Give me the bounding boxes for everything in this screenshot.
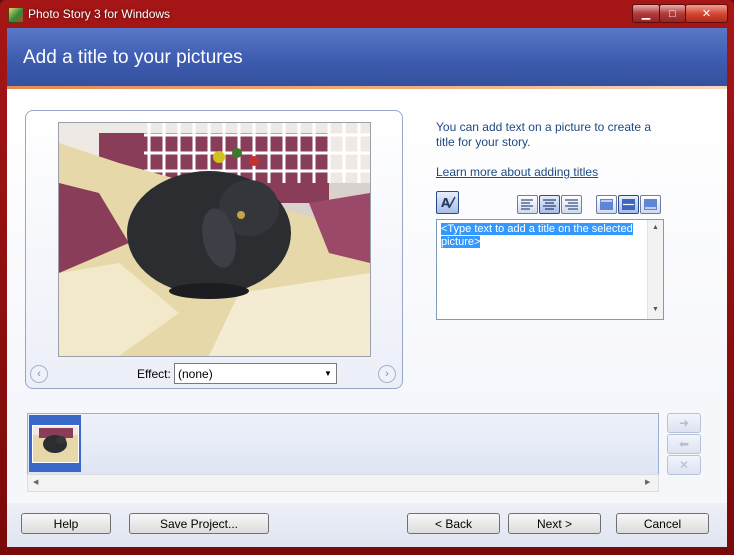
- effect-value: (none): [178, 366, 213, 381]
- save-project-button[interactable]: Save Project...: [129, 513, 269, 534]
- arrow-right-icon: ➜: [678, 416, 690, 430]
- filmstrip: [27, 413, 659, 475]
- cancel-button[interactable]: Cancel: [616, 513, 709, 534]
- back-button[interactable]: < Back: [407, 513, 500, 534]
- title-bar: Photo Story 3 for Windows ▁ □ ✕: [0, 0, 734, 28]
- title-placeholder-text: <Type text to add a title on the selecte…: [441, 223, 633, 248]
- scroll-left-icon[interactable]: ◀: [33, 478, 38, 486]
- instruction-text: You can add text on a picture to create …: [436, 120, 652, 149]
- valign-middle-icon: [622, 199, 635, 210]
- scroll-up-icon[interactable]: ▲: [652, 224, 659, 231]
- thumbnail-image[interactable]: [32, 425, 79, 463]
- next-picture-button[interactable]: ›: [378, 365, 396, 383]
- position-bottom-button[interactable]: [640, 195, 661, 214]
- learn-more-link[interactable]: Learn more about adding titles: [436, 165, 598, 179]
- align-center-button[interactable]: [539, 195, 560, 214]
- minimize-button[interactable]: ▁: [632, 4, 660, 23]
- font-button[interactable]: A: [436, 191, 459, 214]
- position-middle-button[interactable]: [618, 195, 639, 214]
- arrow-left-icon: ⬅: [678, 437, 690, 451]
- align-left-button[interactable]: [517, 195, 538, 214]
- text-vertical-scrollbar[interactable]: ▲ ▼: [647, 220, 663, 319]
- filmstrip-horizontal-scrollbar[interactable]: ◀ ▶: [27, 474, 659, 492]
- move-left-button[interactable]: ⬅: [667, 434, 701, 454]
- window-title: Photo Story 3 for Windows: [28, 7, 171, 21]
- client-area: Add a title to your pictures ‹ › Effect:…: [7, 28, 727, 547]
- valign-top-icon: [600, 199, 613, 210]
- preview-photo: [58, 122, 371, 357]
- chevron-down-icon: ▼: [324, 369, 332, 378]
- font-icon: A: [441, 196, 456, 210]
- align-left-icon: [521, 199, 533, 210]
- align-right-button[interactable]: [561, 195, 582, 214]
- move-right-button[interactable]: ➜: [667, 413, 701, 433]
- help-button[interactable]: Help: [21, 513, 111, 534]
- page-title: Add a title to your pictures: [23, 47, 243, 68]
- effect-label: Effect:: [137, 367, 171, 381]
- app-icon: [8, 7, 24, 23]
- title-text-input[interactable]: <Type text to add a title on the selecte…: [436, 219, 664, 320]
- effect-dropdown[interactable]: (none) ▼: [174, 363, 337, 384]
- previous-picture-button[interactable]: ‹: [30, 365, 48, 383]
- remove-picture-button[interactable]: ✕: [667, 455, 701, 475]
- next-button[interactable]: Next >: [508, 513, 601, 534]
- close-button[interactable]: ✕: [685, 4, 728, 23]
- scroll-right-icon[interactable]: ▶: [645, 478, 650, 486]
- wizard-header: Add a title to your pictures: [7, 28, 727, 86]
- remove-icon: ✕: [678, 458, 690, 472]
- scroll-down-icon[interactable]: ▼: [652, 306, 659, 313]
- align-center-icon: [543, 199, 556, 210]
- maximize-button[interactable]: □: [659, 4, 686, 23]
- position-top-button[interactable]: [596, 195, 617, 214]
- valign-bottom-icon: [644, 199, 657, 210]
- align-right-icon: [565, 199, 578, 210]
